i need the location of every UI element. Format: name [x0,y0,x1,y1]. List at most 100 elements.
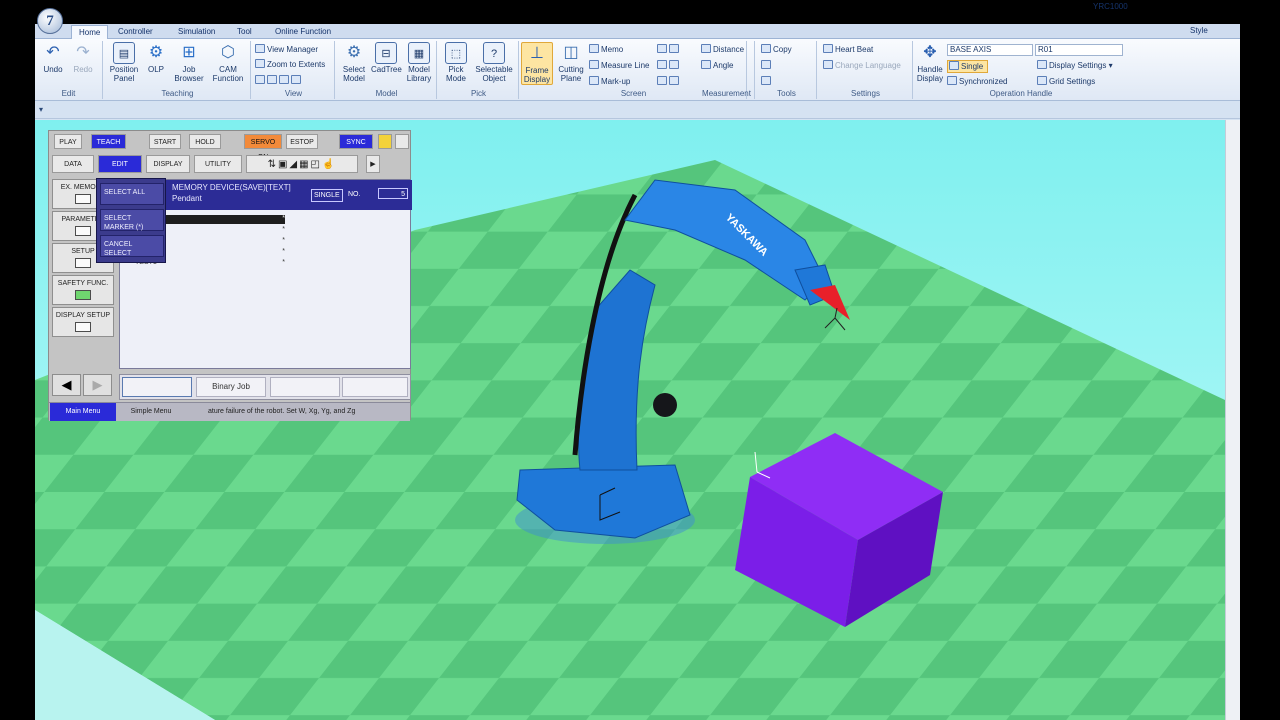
angle-button[interactable]: Angle [701,60,733,71]
binary-job-field[interactable]: Binary Job [196,377,266,397]
cadtree-button[interactable]: ⊟ CadTree [371,42,402,74]
pendant-input-field[interactable] [122,377,192,397]
pendant-estop-button[interactable]: ESTOP [286,134,318,149]
copy-button[interactable]: Copy [761,44,792,55]
pendant-menu-data[interactable]: DATA [52,155,94,173]
pendant-key-safety-func[interactable]: SAFETY FUNC. [52,275,114,305]
synchronized-mode-button[interactable]: Synchronized [947,76,1007,87]
application-button[interactable]: 7 [37,8,63,34]
distance-button[interactable]: Distance [701,44,744,55]
markup-label: Mark-up [601,77,631,86]
position-panel-icon: ▤ [113,42,135,64]
tab-tool[interactable]: Tool [230,25,259,39]
menu-item-select-all[interactable]: SELECT ALL [100,183,164,205]
tools-option-2[interactable] [761,76,773,87]
view-manager-label: View Manager [267,45,318,54]
olp-button[interactable]: ⚙ OLP [143,42,169,74]
pendant-servo-on-button[interactable]: SERVO ON [244,134,282,161]
trash-icon[interactable] [395,134,409,149]
single-icon [949,61,959,70]
zoom-to-extents-button[interactable]: Zoom to Extents [255,59,325,70]
pendant-toolbar-icons[interactable]: ⇅▣◢▦◰☝ [246,155,358,173]
pendant-sync-button[interactable]: SYNC [339,134,373,149]
grid-settings-button[interactable]: Grid Settings [1037,76,1095,87]
pendant-menu-edit[interactable]: EDIT [98,155,142,173]
cutting-plane-label: Cutting Plane [558,65,584,83]
menu-item-select-marker[interactable]: SELECT MARKER (*) [100,209,164,231]
model-library-icon: ▦ [408,42,430,64]
heart-beat-button[interactable]: Heart Beat [823,44,873,55]
view-cube-buttons[interactable] [255,75,303,86]
display-settings-button[interactable]: Display Settings ▾ [1037,60,1113,71]
pendant-start-button[interactable]: START [149,134,181,149]
tab-simulation[interactable]: Simulation [171,25,222,39]
axis-select[interactable]: BASE AXIS [947,44,1033,56]
cutting-plane-button[interactable]: ◫ Cutting Plane [555,42,587,83]
pendant-hold-button[interactable]: HOLD [189,134,221,149]
job-browser-button[interactable]: ⊞ Job Browser [171,42,207,83]
style-menu[interactable]: Style [1190,26,1208,35]
memo-button[interactable]: Memo [589,44,623,55]
distance-label: Distance [713,45,745,54]
select-model-button[interactable]: ⚙ Select Model [339,42,369,83]
number-value[interactable]: 5 [378,188,408,199]
change-language-button[interactable]: Change Language [823,60,901,71]
pick-mode-button[interactable]: ⬚ Pick Mode [441,42,471,83]
angle-label: Angle [713,61,734,70]
page-next-icon[interactable]: ▶ [83,374,112,396]
select-model-icon: ⚙ [346,44,362,61]
robot-select[interactable]: R01 [1035,44,1123,56]
tab-home[interactable]: Home [71,25,109,39]
tab-controller[interactable]: Controller [111,25,160,39]
pendant-field-3[interactable] [270,377,340,397]
display-settings-icon [1037,60,1047,69]
shading-icon [657,76,667,85]
menu-item-cancel-select[interactable]: CANCEL SELECT [100,235,164,257]
view-manager-button[interactable]: View Manager [255,44,318,55]
markup-button[interactable]: Mark-up [589,76,630,87]
page-prev-icon[interactable]: ◀ [52,374,81,396]
change-language-label: Change Language [835,61,901,70]
viewport-scrollbar[interactable] [1225,120,1240,720]
position-panel-button[interactable]: ▤ Position Panel [107,42,141,83]
measure-line-button[interactable]: Measure Line [589,60,649,71]
display-settings-label: Display Settings [1049,61,1107,70]
selectable-object-button[interactable]: ? Selectable Object [473,42,515,83]
pendant-teach-button[interactable]: TEACH [91,134,126,149]
frame-display-button[interactable]: ⊥ Frame Display [521,42,553,85]
screen-option-2[interactable] [657,60,681,71]
pendant-key-display-setup[interactable]: DISPLAY SETUP [52,307,114,337]
pendant-menu-display[interactable]: DISPLAY [146,155,190,173]
simple-menu-button[interactable]: Simple Menu [118,403,184,421]
pendant-play-button[interactable]: PLAY [54,134,82,149]
measure-line-label: Measure Line [601,61,650,70]
calculator-icon [761,76,771,85]
group-teaching: ▤ Position Panel ⚙ OLP ⊞ Job Browser ⬡ CAM F… [105,41,251,99]
undo-button[interactable]: ↶ Undo [39,42,67,74]
model-library-button[interactable]: ▦ Model Library [403,42,435,83]
tools-option-1[interactable] [761,60,773,71]
group-label-edit: Edit [61,89,76,98]
single-mode-button[interactable]: Single [947,60,989,73]
group-operation-handle: ✥ Handle Display BASE AXIS R01 Single Syn… [915,41,1127,99]
screen-title: MEMORY DEVICE(SAVE)[TEXT] [172,183,291,192]
group-settings: Heart Beat Change Language Settings [819,41,913,99]
folder-icon[interactable] [378,134,392,149]
robot-arm-icon: ⚙ [148,44,164,61]
screen-option-1[interactable] [657,44,681,55]
quick-access-menu-icon[interactable]: ▾ [39,105,43,114]
pick-mode-label: Pick Mode [445,65,466,83]
main-menu-button[interactable]: Main Menu [50,403,116,421]
pendant-play-icon[interactable]: ▶ [366,155,380,173]
group-label-view: View [284,89,303,98]
edit-dropdown-menu: SELECT ALL SELECT MARKER (*) CANCEL SELE… [96,178,166,263]
handle-display-button[interactable]: ✥ Handle Display [915,42,945,83]
tab-online-function[interactable]: Online Function [268,25,338,39]
group-label-settings: Settings [851,89,880,98]
coordinate-icon [657,60,667,69]
pendant-menu-utility[interactable]: UTILITY [194,155,242,173]
cam-function-button[interactable]: ⬡ CAM Function [209,42,247,83]
redo-button[interactable]: ↷ Redo [69,42,97,74]
pendant-field-4[interactable] [342,377,408,397]
screen-option-3[interactable] [657,76,681,87]
